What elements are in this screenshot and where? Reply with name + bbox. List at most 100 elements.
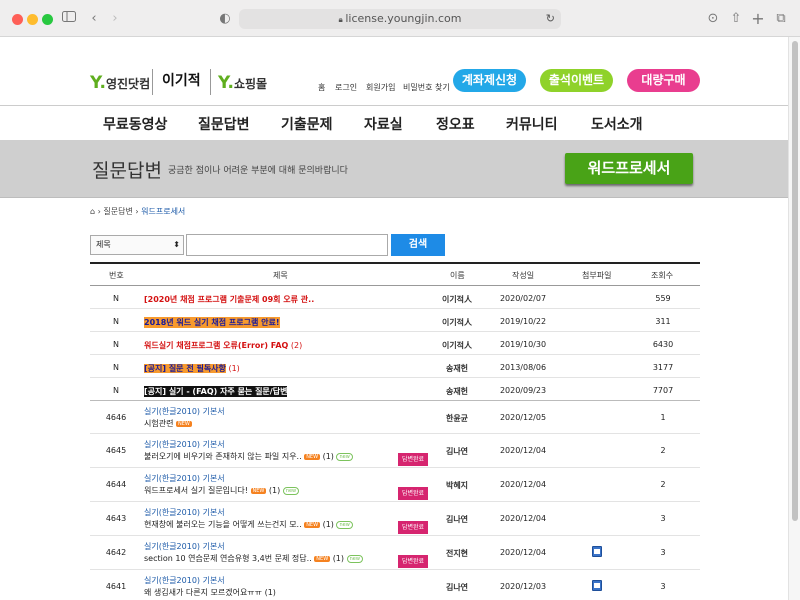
tabs-icon[interactable]: ⧉ (774, 10, 788, 28)
row-title-wrap[interactable]: 워드실기 채점프로그램 오류(Error) FAQ (2) (144, 340, 302, 351)
comment-count: (1) (322, 520, 334, 529)
row-title-wrap[interactable]: 현재창에 불러오는 기능을 어떻게 쓰는건지 모.. NEW (1) new (144, 519, 353, 530)
row-category[interactable]: 실기(한글2010) 기본서 (144, 541, 225, 552)
new-comment-badge: new (336, 520, 353, 529)
logo-shop[interactable]: Y.쇼핑몰 (218, 73, 267, 93)
util-link-password[interactable]: 비밀번호 찾기 (403, 82, 450, 93)
row-date: 2020/12/04 (499, 514, 547, 523)
search-field-select[interactable]: 제목 ⬍ (90, 235, 184, 255)
word-processor-button[interactable]: 워드프로세서 (565, 153, 693, 184)
search-field-value: 제목 (96, 240, 111, 249)
page-scrollbar[interactable] (788, 37, 800, 600)
address-bar[interactable]: 🔒︎ license.youngjin.com ↻ (239, 9, 561, 29)
row-number: N (113, 386, 119, 395)
attachment-file-icon[interactable] (592, 580, 602, 591)
download-icon[interactable]: ⊙ (706, 10, 720, 28)
row-category[interactable]: 실기(한글2010) 기본서 (144, 406, 225, 417)
row-title-wrap[interactable]: 시험관련 NEW (144, 418, 192, 429)
row-title[interactable]: 2018년 워드 실기 채점 프로그램 안료! (144, 317, 280, 328)
row-category[interactable]: 실기(한글2010) 기본서 (144, 439, 225, 450)
row-number: 4643 (105, 514, 127, 523)
nav-books[interactable]: 도서소개 (591, 114, 643, 134)
reload-icon[interactable]: ↻ (546, 9, 555, 29)
new-tab-icon[interactable]: + (751, 10, 765, 28)
nav-free-video[interactable]: 무료동영상 (103, 114, 167, 134)
attendance-event-button[interactable]: 출석이벤트 (540, 69, 613, 92)
nav-resources[interactable]: 자료실 (364, 114, 403, 134)
row-views: 311 (655, 317, 671, 326)
back-icon[interactable]: ‹ (87, 10, 101, 28)
util-link-join[interactable]: 회원가입 (366, 82, 395, 93)
forward-icon[interactable]: › (108, 10, 122, 28)
row-author: 이기적人 (441, 318, 473, 327)
share-icon[interactable]: ⇧ (729, 10, 743, 28)
row-title: 워드프로세서 실기 질문입니다! (144, 486, 248, 495)
row-title[interactable]: [2020년 채점 프로그램 기출문제 09회 오류 관.. (144, 294, 314, 305)
home-icon[interactable]: ⌂ (90, 207, 95, 216)
row-number: N (113, 340, 119, 349)
row-date: 2020/12/05 (499, 413, 547, 422)
row-title: section 10 연습문제 연습유형 3,4번 문제 정답.. (144, 554, 312, 563)
table-row[interactable]: 4646 실기(한글2010) 기본서 시험관련 NEW 한윤균 2020/12… (90, 401, 700, 434)
new-comment-badge: new (336, 452, 353, 461)
row-title: 시험관련 (144, 419, 174, 428)
logo-igijeok-text: 이기적 (162, 73, 201, 89)
breadcrumb-qna[interactable]: 질문답변 (103, 207, 132, 216)
row-date: 2020/12/04 (499, 548, 547, 557)
row-title-wrap[interactable]: 워드프로세서 실기 질문입니다! NEW (1) new (144, 485, 300, 496)
nav-community[interactable]: 커뮤니티 (506, 114, 558, 134)
new-badge: NEW (304, 453, 321, 460)
util-link-home[interactable]: 홈 (318, 82, 325, 93)
attachment-file-icon[interactable] (592, 546, 602, 557)
search-button[interactable]: 검색 (391, 234, 445, 256)
row-category[interactable]: 실기(한글2010) 기본서 (144, 473, 225, 484)
minimize-window-button[interactable] (27, 14, 38, 25)
table-row[interactable]: N [2020년 채점 프로그램 기출문제 09회 오류 관.. 이기적人 20… (90, 286, 700, 309)
close-window-button[interactable] (12, 14, 23, 25)
row-author: 이기적人 (441, 341, 473, 350)
sidebar-icon[interactable] (61, 10, 77, 28)
logo-youngjin[interactable]: Y.영진닷컴 (90, 73, 150, 93)
row-date: 2020/02/07 (499, 294, 547, 303)
logo-divider (152, 69, 153, 95)
logo-igijeok[interactable]: 이기적 (162, 70, 201, 90)
logo-divider-2 (210, 69, 211, 95)
answered-badge: 답변완료 (398, 453, 428, 466)
nav-errata[interactable]: 정오표 (436, 114, 475, 134)
table-row[interactable]: N [공지] 질문 전 필독사항 (1) 송재헌 2013/08/06 3177 (90, 355, 700, 378)
row-number: 4642 (105, 548, 127, 557)
row-title: 워드실기 채점프로그램 오류(Error) FAQ (144, 341, 289, 350)
row-title[interactable]: [공지] 실기 - (FAQ) 자주 묻는 질문/답변 (144, 386, 288, 397)
table-row[interactable]: 4641 실기(한글2010) 기본서 왜 생김새가 다른지 모르겠어요ㅠㅠ (… (90, 570, 700, 600)
comment-count: (2) (290, 341, 303, 350)
row-date: 2020/09/23 (499, 386, 547, 395)
row-category[interactable]: 실기(한글2010) 기본서 (144, 507, 225, 518)
shield-icon[interactable]: ◐ (219, 10, 231, 28)
breadcrumb-current[interactable]: 워드프로세서 (141, 207, 185, 216)
table-row[interactable]: 4642 실기(한글2010) 기본서 section 10 연습문제 연습유형… (90, 536, 700, 570)
row-title-wrap[interactable]: 불러오기에 비우기와 존재하지 않는 파일 지우.. NEW (1) new (144, 451, 353, 462)
row-title-wrap[interactable]: section 10 연습문제 연습유형 3,4번 문제 정답.. NEW (1… (144, 553, 363, 564)
table-row[interactable]: N 워드실기 채점프로그램 오류(Error) FAQ (2) 이기적人 201… (90, 332, 700, 355)
zoom-window-button[interactable] (42, 14, 53, 25)
new-badge: NEW (176, 420, 192, 427)
scrollbar-thumb[interactable] (792, 41, 798, 521)
util-link-login[interactable]: 로그인 (335, 82, 357, 93)
table-row[interactable]: 4643 실기(한글2010) 기본서 현재창에 불러오는 기능을 어떻게 쓰는… (90, 502, 700, 536)
table-row[interactable]: N [공지] 실기 - (FAQ) 자주 묻는 질문/답변 송재헌 2020/0… (90, 378, 700, 401)
row-category[interactable]: 실기(한글2010) 기본서 (144, 575, 225, 586)
row-date: 2019/10/30 (499, 340, 547, 349)
account-apply-button[interactable]: 계좌제신청 (453, 69, 526, 92)
table-row[interactable]: N 2018년 워드 실기 채점 프로그램 안료! 이기적人 2019/10/2… (90, 309, 700, 332)
row-title-wrap[interactable]: [공지] 질문 전 필독사항 (1) (144, 363, 240, 374)
bulk-order-button[interactable]: 대량구매 (627, 69, 700, 92)
comment-count: (1) (264, 588, 276, 597)
url-text: license.youngjin.com (345, 12, 462, 25)
table-row[interactable]: 4645 실기(한글2010) 기본서 불러오기에 비우기와 존재하지 않는 파… (90, 434, 700, 468)
search-input[interactable] (186, 234, 388, 256)
page-title: 질문답변 (92, 160, 162, 182)
table-row[interactable]: 4644 실기(한글2010) 기본서 워드프로세서 실기 질문입니다! NEW… (90, 468, 700, 502)
row-title-wrap[interactable]: 왜 생김새가 다른지 모르겠어요ㅠㅠ (1) (144, 587, 276, 598)
nav-qna[interactable]: 질문답변 (198, 114, 250, 134)
nav-past-exams[interactable]: 기출문제 (281, 114, 333, 134)
